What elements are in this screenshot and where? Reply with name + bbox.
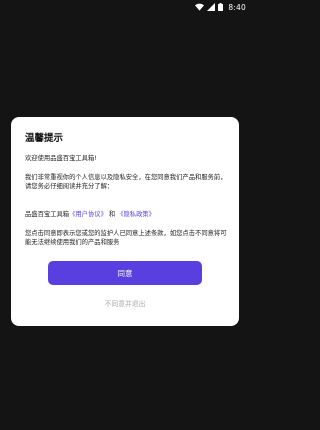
consent-text: 您点击同意即表示您或您的监护人已同意上述条款，如您点击不同意将可能无法继续使用我… [25,230,227,246]
status-time: 8:40 [228,2,246,12]
agree-button[interactable]: 同意 [48,261,202,285]
welcome-text: 欢迎使用品盛百宝工具箱! [25,155,97,162]
privacy-dialog: 温馨提示 欢迎使用品盛百宝工具箱! 我们非常重视你的个人信息以及隐私安全，在您同… [11,117,239,326]
and-text: 和 [108,211,116,218]
battery-icon [218,3,224,11]
agreement-links-line: 品盛百宝工具箱《用户协议》 和 《隐私政策》 [25,210,229,219]
signal-icon [207,3,216,11]
dialog-title: 温馨提示 [25,133,64,144]
decline-exit-link[interactable]: 不同意并退出 [11,298,239,308]
screen: 8:40 温馨提示 欢迎使用品盛百宝工具箱! 我们非常重视你的个人信息以及隐私安… [0,0,250,430]
status-bar: 8:40 [0,0,250,14]
wifi-icon [195,3,205,11]
user-agreement-link[interactable]: 《用户协议》 [69,211,107,218]
privacy-intro-text: 我们非常重视你的个人信息以及隐私安全，在您同意我们产品和服务前，请您务必仔细阅读… [25,174,227,190]
app-name-text: 品盛百宝工具箱 [25,211,70,218]
privacy-policy-link[interactable]: 《隐私政策》 [117,211,155,218]
